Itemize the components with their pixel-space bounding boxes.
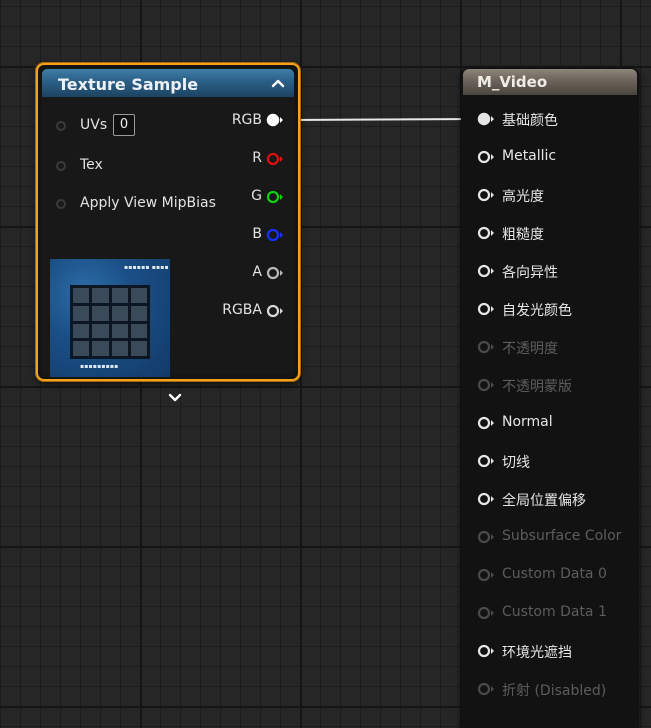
material-pin-5-label: 自发光颜色 — [502, 303, 572, 319]
output-pin-g-icon[interactable] — [266, 190, 284, 204]
chevron-up-icon[interactable] — [270, 75, 286, 91]
material-pin-7-label: 不透明蒙版 — [502, 379, 572, 395]
pin-arrow-icon — [477, 530, 494, 544]
chevron-down-icon[interactable] — [168, 392, 182, 404]
output-label-b: B — [252, 226, 262, 242]
pin-arrow-icon[interactable] — [477, 150, 495, 164]
output-pin-rgb-icon[interactable] — [266, 113, 284, 127]
pin-arrow-icon[interactable] — [477, 302, 495, 316]
input-label-apply-view-mipbias: Apply View MipBias — [80, 195, 216, 211]
thumbnail-caption-bottom: ▪▪▪▪▪▪▪▪▪ — [80, 363, 119, 370]
material-pin-0-label: 基础颜色 — [502, 113, 558, 129]
pin-arrow-icon[interactable] — [477, 416, 495, 430]
material-pin-10-label: 全局位置偏移 — [502, 493, 586, 509]
output-label-rgba: RGBA — [222, 302, 262, 318]
material-pin-2-label: 高光度 — [502, 189, 544, 205]
texture-sample-title: Texture Sample — [58, 75, 199, 94]
material-pin-1-label: Metallic — [502, 148, 557, 164]
pin-arrow-icon[interactable] — [477, 264, 495, 278]
uvs-value-field[interactable]: 0 — [113, 114, 135, 136]
pin-arrow-icon — [477, 568, 494, 582]
pin-arrow-icon[interactable] — [477, 226, 495, 240]
input-pin-uvs[interactable] — [56, 121, 66, 131]
input-label-uvs: UVs — [80, 117, 108, 133]
material-pin-9-label: 切线 — [502, 455, 530, 471]
pin-arrow-icon — [477, 606, 494, 620]
pin-arrow-icon — [477, 682, 494, 696]
output-label-g: G — [251, 188, 262, 204]
material-pin-13-label: Custom Data 1 — [502, 604, 607, 620]
output-label-r: R — [252, 150, 262, 166]
pin-arrow-icon — [477, 378, 494, 392]
material-pin-15-label: 折射 (Disabled) — [502, 683, 607, 699]
pin-arrow-icon[interactable] — [477, 644, 495, 658]
texture-sample-header[interactable]: Texture Sample — [42, 69, 294, 97]
input-label-tex: Tex — [80, 157, 103, 173]
material-pin-14-label: 环境光遮挡 — [502, 645, 572, 661]
output-pin-rgba-icon[interactable] — [266, 304, 284, 318]
output-pin-a-icon[interactable] — [266, 266, 284, 280]
material-pin-3-label: 粗糙度 — [502, 227, 544, 243]
material-pin-4-label: 各向异性 — [502, 265, 558, 281]
material-node-header[interactable]: M_Video — [463, 69, 637, 95]
thumbnail-image-grid — [70, 285, 150, 359]
pin-arrow-icon[interactable] — [477, 188, 495, 202]
material-pin-6-label: 不透明度 — [502, 341, 558, 357]
input-pin-apply-view-mipbias[interactable] — [56, 199, 66, 209]
texture-sample-node[interactable]: Texture Sample UVs 0 Tex Apply View MipB… — [36, 63, 300, 402]
pin-arrow-icon — [477, 340, 494, 354]
pin-arrow-icon[interactable] — [477, 492, 495, 506]
input-pin-tex[interactable] — [56, 161, 66, 171]
thumbnail-caption-top: ▪▪▪▪▪▪ ▪▪▪▪ — [124, 264, 169, 271]
output-pin-b-icon[interactable] — [266, 228, 284, 242]
material-node-title: M_Video — [477, 73, 548, 91]
output-label-rgb: RGB — [231, 112, 262, 128]
output-pin-r-icon[interactable] — [266, 152, 284, 166]
material-result-node[interactable]: M_Video 基础颜色 Metallic 高光度粗糙度各向异性自发光颜色不透明度不… — [461, 68, 639, 728]
material-pin-8-label: Normal — [502, 414, 553, 430]
pin-arrow-icon[interactable] — [477, 112, 495, 126]
pin-arrow-icon[interactable] — [477, 454, 495, 468]
texture-preview-thumbnail: ▪▪▪▪▪▪ ▪▪▪▪ ▪▪▪▪▪▪▪▪▪ — [50, 259, 170, 377]
texture-sample-body: UVs 0 Tex Apply View MipBias RGB R G B A — [42, 97, 294, 402]
material-pin-11-label: Subsurface Color — [502, 528, 622, 544]
output-label-a: A — [252, 264, 262, 280]
material-pin-12-label: Custom Data 0 — [502, 566, 607, 582]
